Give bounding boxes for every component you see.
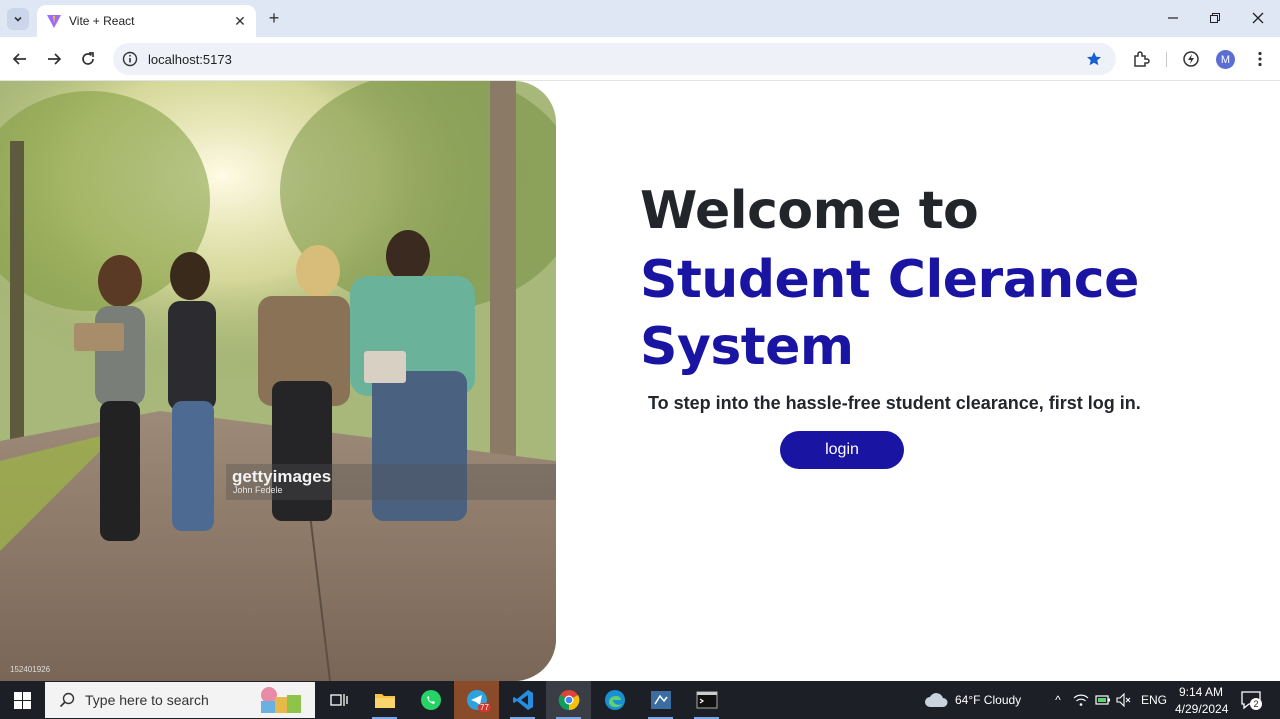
- subtitle-text: To step into the hassle-free student cle…: [648, 393, 1141, 413]
- task-view-icon: [329, 694, 348, 706]
- restore-button[interactable]: [1203, 6, 1227, 30]
- whatsapp-icon: [420, 690, 441, 710]
- notification-badge: 2: [1250, 698, 1262, 710]
- clock-time[interactable]: 9:14 AM: [1179, 685, 1223, 699]
- taskbar-edge[interactable]: [592, 681, 637, 719]
- language-indicator[interactable]: ENG: [1141, 693, 1167, 707]
- close-icon: [1252, 12, 1264, 24]
- windows-logo-icon: [14, 691, 31, 709]
- bookmark-star-icon[interactable]: [1084, 49, 1104, 69]
- restore-icon: [1210, 13, 1220, 23]
- browser-tab-strip: Vite + React ✕ +: [0, 0, 1280, 37]
- tab-title: Vite + React: [69, 14, 135, 28]
- welcome-heading: Welcome to: [640, 181, 979, 241]
- back-button[interactable]: [8, 47, 32, 71]
- sql-server-icon: [650, 691, 671, 709]
- chrome-icon: [558, 690, 579, 711]
- taskbar-search-box[interactable]: Type here to search: [45, 682, 315, 718]
- more-options-icon[interactable]: [1249, 48, 1271, 70]
- edge-icon: [604, 690, 625, 710]
- minimize-button[interactable]: [1161, 6, 1185, 30]
- arrow-right-icon: [48, 53, 62, 65]
- students-hero-image: gettyimages John Fedele 152401926: [0, 81, 556, 681]
- taskbar-terminal[interactable]: [684, 681, 729, 719]
- browser-tab[interactable]: Vite + React ✕: [37, 5, 256, 37]
- toolbar-divider: [1166, 52, 1167, 67]
- extensions-icon[interactable]: [1130, 48, 1152, 70]
- terminal-icon: [696, 691, 717, 709]
- close-window-button[interactable]: [1246, 6, 1270, 30]
- forward-button[interactable]: [42, 47, 66, 71]
- reload-icon: [82, 52, 94, 65]
- reload-button[interactable]: [76, 47, 100, 71]
- login-button[interactable]: login: [780, 431, 904, 469]
- taskbar-telegram[interactable]: 77: [454, 681, 499, 719]
- image-id: 152401926: [10, 665, 51, 674]
- search-highlight-gifts-icon: [261, 687, 301, 713]
- url-text[interactable]: localhost:5173: [148, 52, 1084, 67]
- wifi-icon[interactable]: [1072, 691, 1090, 709]
- folder-icon: [374, 694, 395, 708]
- chevron-down-icon: [14, 16, 22, 22]
- weather-text[interactable]: 64°F Cloudy: [955, 693, 1021, 707]
- telegram-badge: 77: [478, 703, 491, 712]
- chevron-up-icon[interactable]: ^: [1049, 691, 1067, 709]
- taskbar-ssms[interactable]: [638, 681, 683, 719]
- address-bar[interactable]: localhost:5173: [113, 43, 1116, 75]
- vite-logo-icon: [47, 15, 61, 28]
- arrow-left-icon: [12, 53, 26, 65]
- students-illustration: [0, 81, 556, 681]
- volume-muted-icon[interactable]: [1115, 691, 1133, 709]
- taskbar-chrome[interactable]: [546, 681, 591, 719]
- start-button[interactable]: [0, 681, 45, 719]
- watermark-credit: John Fedele: [233, 485, 283, 495]
- windows-taskbar: Type here to search 77 64°F Cloudy ^ ENG…: [0, 681, 1280, 719]
- performance-icon[interactable]: [1180, 48, 1202, 70]
- taskbar-whatsapp[interactable]: [408, 681, 453, 719]
- new-tab-button[interactable]: +: [264, 8, 284, 28]
- minimize-icon: [1168, 17, 1178, 19]
- clock-date[interactable]: 4/29/2024: [1175, 702, 1228, 716]
- search-placeholder: Type here to search: [85, 692, 209, 708]
- site-info-icon[interactable]: [121, 50, 139, 68]
- page-content: gettyimages John Fedele 152401926 Welcom…: [0, 81, 1280, 681]
- cloud-icon: [925, 693, 948, 707]
- browser-toolbar: localhost:5173 M: [0, 37, 1280, 81]
- taskbar-file-explorer[interactable]: [362, 681, 407, 719]
- taskbar-vscode[interactable]: [500, 681, 545, 719]
- tab-close-icon[interactable]: ✕: [230, 11, 250, 31]
- vscode-icon: [512, 690, 533, 710]
- tab-search-button[interactable]: [7, 8, 29, 30]
- system-name-heading: Student Clerance System: [640, 250, 1139, 377]
- task-view-button[interactable]: [316, 681, 361, 719]
- profile-avatar[interactable]: M: [1216, 50, 1235, 69]
- search-icon: [57, 690, 77, 710]
- battery-icon[interactable]: [1094, 691, 1112, 709]
- watermark-logo: gettyimages: [232, 467, 332, 486]
